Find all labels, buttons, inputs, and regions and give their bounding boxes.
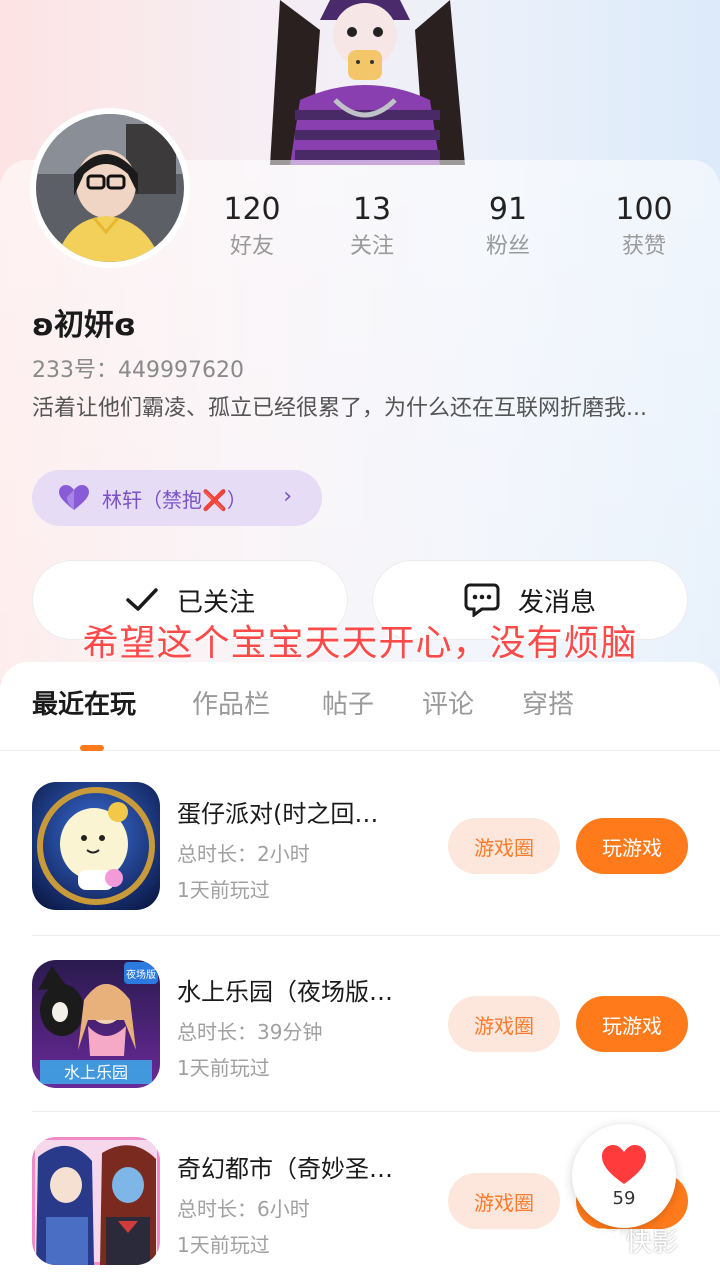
game-last-played: 1天前玩过 [177,1233,270,1257]
game-last-played: 1天前玩过 [177,878,270,902]
watermark-text: 快影 [626,1228,679,1258]
game-icon-fantasy-city[interactable] [32,1137,160,1265]
stat-label: 关注 [349,234,394,259]
tab-comments[interactable]: 评论 [422,684,474,721]
message-bubble-icon [464,583,500,617]
bio: 活着让他们霸凌、孤立已经很累了，为什么还在互联网折磨我... [32,396,647,421]
game-icon-eggy-party[interactable] [32,782,160,910]
purple-heart-icon [58,484,90,512]
game-circle-button[interactable]: 游戏圈 [448,1173,560,1229]
profile-stats: 120 好友 13 关注 91 粉丝 100 获赞 [190,190,720,270]
stat-fans[interactable]: 91 粉丝 [448,190,568,264]
like-count: 59 [612,1187,636,1209]
stat-likes[interactable]: 100 获赞 [584,190,704,264]
game-icon-water-park[interactable]: 水上乐园 夜场版 [32,960,160,1088]
stat-label: 好友 [229,234,274,259]
heart-icon [600,1144,648,1186]
stat-value: 13 [352,192,392,227]
chevron-right-icon: › [283,484,292,509]
game-title: 蛋仔派对(时之回… [177,800,379,828]
list-item[interactable]: 蛋仔派对(时之回… 总时长：2小时 1天前玩过 游戏圈 玩游戏 [32,782,688,912]
stat-label: 粉丝 [485,234,530,259]
avatar[interactable] [30,108,190,268]
list-divider [32,935,720,936]
play-game-button[interactable]: 玩游戏 [576,818,688,874]
send-message-label: 发消息 [517,587,596,618]
relationship-name: 林轩（禁抱❌） [102,487,247,512]
tab-posts[interactable]: 帖子 [322,684,374,721]
stat-value: 100 [615,192,673,227]
nickname: ʚ初妍ɞ [32,308,136,343]
play-game-button[interactable]: 玩游戏 [576,996,688,1052]
game-circle-button[interactable]: 游戏圈 [448,818,560,874]
game-title: 水上乐园（夜场版… [177,978,393,1006]
stat-friends[interactable]: 120 好友 [192,190,312,264]
app-watermark: 快影 [580,1222,678,1259]
list-item[interactable]: 水上乐园 夜场版 水上乐园（夜场版… 总时长：39分钟 1天前玩过 游戏圈 玩游… [32,960,688,1090]
profile-tabs: 最近在玩 作品栏 帖子 评论 穿搭 [0,684,720,751]
stat-value: 120 [223,192,281,227]
game-duration: 总时长：39分钟 [177,1020,323,1044]
user-id: 233号：449997620 [32,358,244,383]
banner-character-image [240,0,490,165]
list-divider [32,1111,720,1112]
video-caption-overlay: 希望这个宝宝天天开心，没有烦脑 [82,623,638,664]
game-duration: 总时长：2小时 [177,842,310,866]
like-button[interactable]: 59 [572,1124,676,1228]
stat-following[interactable]: 13 关注 [312,190,432,264]
active-tab-indicator [80,745,104,751]
game-thumb-badge: 夜场版 [126,968,156,981]
game-last-played: 1天前玩过 [177,1056,270,1080]
tab-outfits[interactable]: 穿搭 [522,684,574,721]
game-circle-button[interactable]: 游戏圈 [448,996,560,1052]
relationship-chip[interactable]: 林轩（禁抱❌） › [32,470,322,526]
game-thumb-label: 水上乐园 [64,1063,128,1082]
tab-recently-played[interactable]: 最近在玩 [32,684,136,721]
following-label: 已关注 [176,587,255,618]
game-title: 奇幻都市（奇妙圣… [177,1155,393,1183]
stat-label: 获赞 [621,234,666,259]
watermark-logo-icon [580,1226,620,1256]
tab-works[interactable]: 作品栏 [192,684,270,721]
stat-value: 91 [488,192,528,227]
game-duration: 总时长：6小时 [177,1197,310,1221]
check-icon [125,587,159,613]
